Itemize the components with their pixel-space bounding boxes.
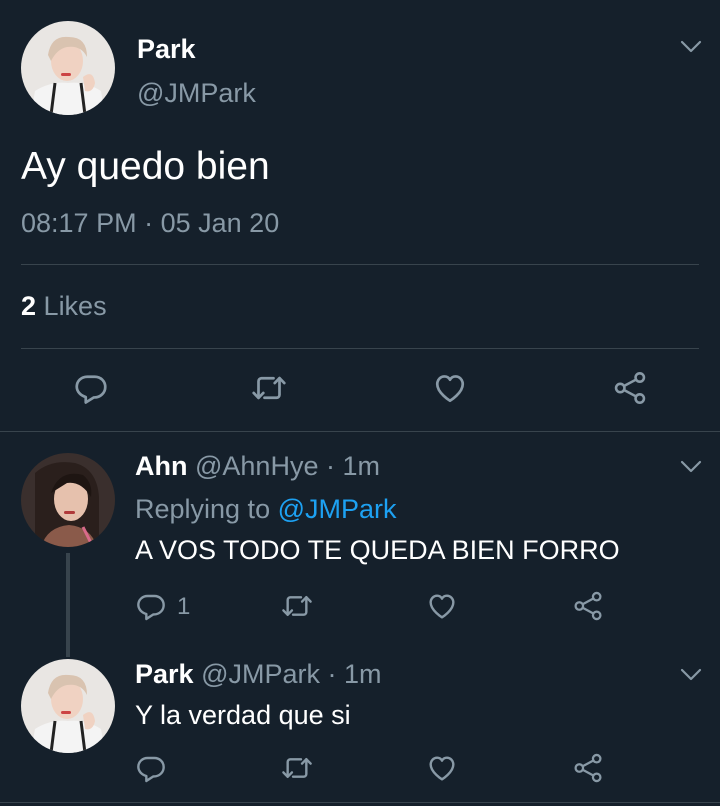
meta-separator: · — [144, 208, 154, 238]
author-handle[interactable]: @JMPark — [137, 78, 256, 109]
chevron-down-icon[interactable] — [680, 40, 702, 54]
reply-author-name[interactable]: Park — [135, 659, 194, 689]
tweet-time: 08:17 PM — [21, 208, 137, 238]
reply-age: 1m — [344, 659, 382, 689]
share-icon[interactable] — [572, 590, 604, 622]
like-icon[interactable] — [426, 752, 458, 784]
chevron-down-icon[interactable] — [680, 668, 702, 682]
divider — [21, 264, 699, 265]
meta-separator: · — [327, 659, 337, 689]
reply-avatar[interactable] — [21, 453, 115, 547]
divider — [21, 348, 699, 349]
like-icon[interactable] — [432, 370, 468, 406]
author-avatar[interactable] — [21, 21, 115, 115]
divider — [0, 802, 720, 803]
retweet-icon[interactable] — [251, 370, 287, 406]
share-icon[interactable] — [572, 752, 604, 784]
reply-icon[interactable] — [73, 370, 109, 406]
avatar-image — [21, 659, 115, 753]
thread-connector-line — [66, 553, 70, 657]
likes-count: 2 — [21, 291, 37, 321]
reply-header: Ahn @AhnHye · 1m — [135, 451, 380, 482]
reply-header: Park @JMPark · 1m — [135, 659, 382, 690]
reply-author-handle[interactable]: @JMPark — [201, 659, 320, 689]
reply-text: Y la verdad que si — [135, 700, 351, 730]
replying-to: Replying to @JMPark — [135, 494, 397, 525]
tweet-date: 05 Jan 20 — [160, 208, 280, 238]
reply-avatar[interactable] — [21, 659, 115, 753]
retweet-icon[interactable] — [281, 590, 313, 622]
avatar-image — [21, 453, 115, 547]
likes-label: Likes — [43, 291, 107, 321]
author-name[interactable]: Park — [137, 34, 196, 65]
reply-icon[interactable] — [135, 752, 167, 784]
likes-stat[interactable]: 2 Likes — [21, 291, 107, 322]
retweet-icon[interactable] — [281, 752, 313, 784]
divider — [0, 431, 720, 432]
reply-age: 1m — [342, 451, 381, 481]
like-icon[interactable] — [426, 590, 458, 622]
reply-count: 1 — [177, 593, 191, 620]
reply-author-name[interactable]: Ahn — [135, 451, 187, 481]
replying-prefix: Replying to — [135, 494, 271, 524]
reply-icon[interactable] — [135, 590, 167, 622]
tweet-text: Ay quedo bien — [21, 145, 270, 188]
share-icon[interactable] — [612, 370, 648, 406]
reply-author-handle[interactable]: @AhnHye — [195, 451, 318, 481]
chevron-down-icon[interactable] — [680, 460, 702, 474]
replying-mention-link[interactable]: @JMPark — [278, 494, 397, 524]
tweet-timestamp: 08:17 PM · 05 Jan 20 — [21, 208, 279, 239]
reply-text: A VOS TODO TE QUEDA BIEN FORRO — [135, 535, 620, 565]
avatar-image — [21, 21, 115, 115]
meta-separator: · — [325, 451, 335, 481]
